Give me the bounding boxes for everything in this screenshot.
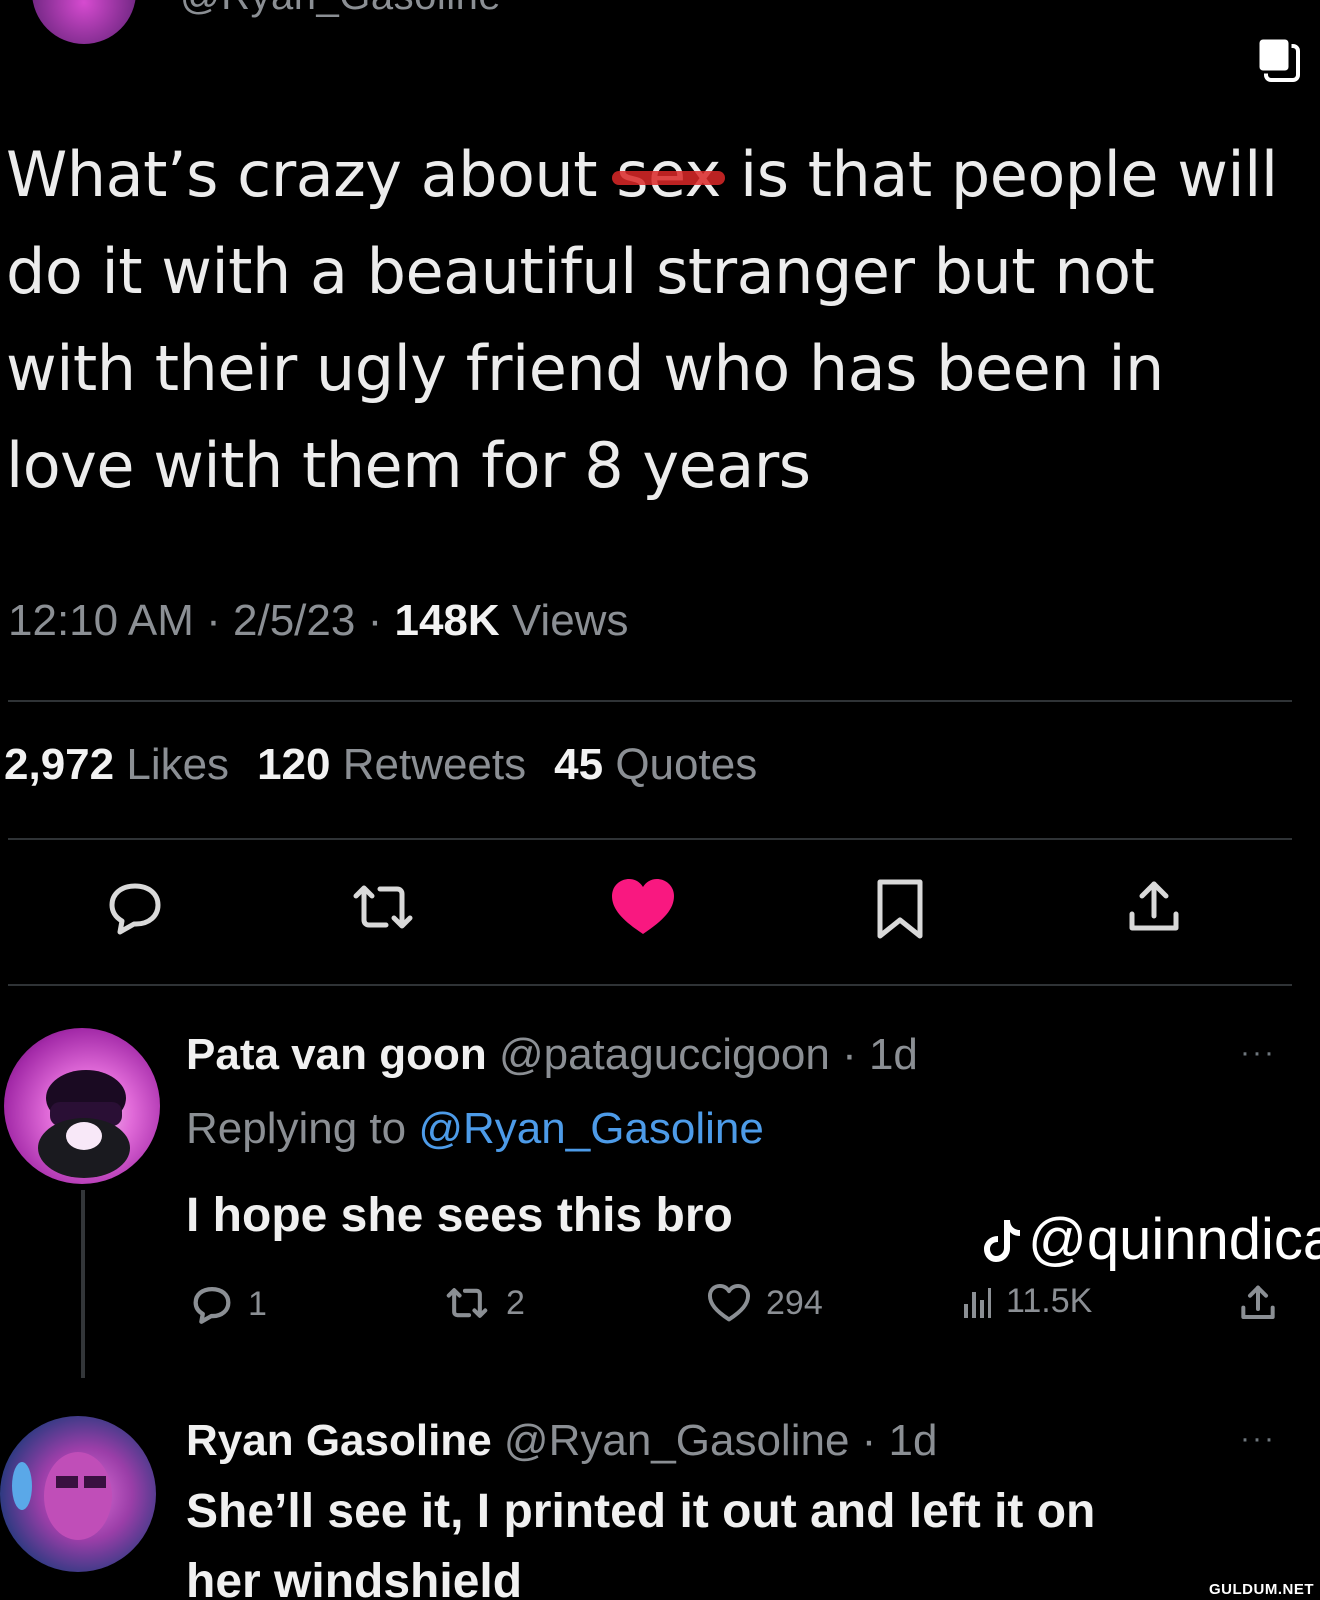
- tiktok-watermark: @quinndica: [982, 1206, 1320, 1273]
- reply-header: Pata van goon @pataguccigoon · 1d: [186, 1030, 918, 1080]
- author-handle[interactable]: @Ryan_Gasoline: [180, 0, 501, 19]
- reply-retweet-button[interactable]: 2: [442, 1282, 525, 1324]
- bookmark-button[interactable]: [872, 876, 928, 946]
- bookmark-icon: [877, 879, 923, 939]
- reply-text-line-1: She’ll see it, I printed it out and left…: [186, 1485, 1096, 1538]
- like-icon: [707, 1283, 751, 1322]
- reply-avatar[interactable]: [0, 1416, 156, 1572]
- share-icon: [1241, 1285, 1275, 1319]
- retweet-button[interactable]: [346, 876, 420, 946]
- tiktok-icon: [984, 1219, 1020, 1262]
- reply-like-button[interactable]: 294: [706, 1282, 823, 1324]
- more-icon[interactable]: ···: [1240, 1422, 1276, 1456]
- share-icon: [1129, 881, 1179, 931]
- tweet-time: 12:10 AM: [8, 596, 194, 645]
- retweet-icon: [446, 1288, 488, 1318]
- censored-word: sex: [612, 126, 725, 223]
- replying-to-link[interactable]: @Ryan_Gasoline: [418, 1104, 764, 1153]
- reply-author-name[interactable]: Pata van goon: [186, 1030, 487, 1079]
- like-button[interactable]: [608, 876, 678, 946]
- tweet-stats: 2,972 Likes 120 Retweets 45 Quotes: [4, 740, 757, 790]
- thread-line: [81, 1190, 85, 1378]
- avatar-image: [38, 1070, 130, 1178]
- views-label: Views: [499, 596, 629, 645]
- tweet-text: What’s crazy about sex is that people wi…: [6, 126, 1296, 514]
- reply-age: · 1d: [849, 1416, 938, 1465]
- quotes-stat[interactable]: 45 Quotes: [554, 740, 757, 789]
- divider: [8, 838, 1292, 840]
- retweets-stat[interactable]: 120 Retweets: [257, 740, 526, 789]
- reply-text-line-2: her windshield: [186, 1555, 523, 1600]
- reply-icon: [109, 883, 161, 935]
- copy-icon[interactable]: [1254, 34, 1302, 84]
- views-icon: [964, 1287, 991, 1318]
- reply-avatar[interactable]: [4, 1028, 160, 1184]
- retweet-count: 2: [506, 1283, 525, 1322]
- avatar-image: [12, 1452, 112, 1540]
- reply-author-handle[interactable]: @pataguccigoon: [499, 1030, 830, 1079]
- reply-author-handle[interactable]: @Ryan_Gasoline: [504, 1416, 850, 1465]
- reply-button[interactable]: [104, 876, 166, 946]
- reply-reply-button[interactable]: 1: [190, 1282, 267, 1326]
- more-icon[interactable]: ···: [1240, 1036, 1276, 1070]
- retweet-icon: [353, 885, 413, 929]
- likes-stat[interactable]: 2,972 Likes: [4, 740, 229, 789]
- site-watermark: GULDUM.NET: [1209, 1581, 1314, 1598]
- like-count: 294: [766, 1283, 823, 1322]
- reply-views-button[interactable]: 11.5K: [962, 1282, 1092, 1321]
- reply-author-name[interactable]: Ryan Gasoline: [186, 1416, 492, 1465]
- reply-text: I hope she sees this bro: [186, 1189, 733, 1242]
- like-icon: [612, 879, 674, 934]
- reply-header: Ryan Gasoline @Ryan_Gasoline · 1d: [186, 1416, 937, 1466]
- tiktok-handle: @quinndica: [1028, 1207, 1320, 1272]
- reply-share-button[interactable]: [1238, 1282, 1278, 1324]
- reply-icon: [193, 1286, 231, 1324]
- tweet-meta: 12:10 AM · 2/5/23 · 148K Views: [8, 596, 629, 645]
- divider: [8, 700, 1292, 702]
- replying-to: Replying to @Ryan_Gasoline: [186, 1104, 764, 1153]
- tweet-date[interactable]: 2/5/23: [233, 596, 355, 645]
- reply-count: 1: [248, 1284, 267, 1323]
- divider: [8, 984, 1292, 986]
- tweet-screenshot: @Ryan_Gasoline What’s crazy about sex is…: [0, 0, 1320, 1600]
- share-button[interactable]: [1124, 876, 1184, 946]
- views-count: 148K: [394, 596, 500, 645]
- author-avatar[interactable]: [32, 0, 136, 44]
- reply-age: · 1d: [829, 1030, 918, 1079]
- view-count: 11.5K: [1006, 1282, 1093, 1320]
